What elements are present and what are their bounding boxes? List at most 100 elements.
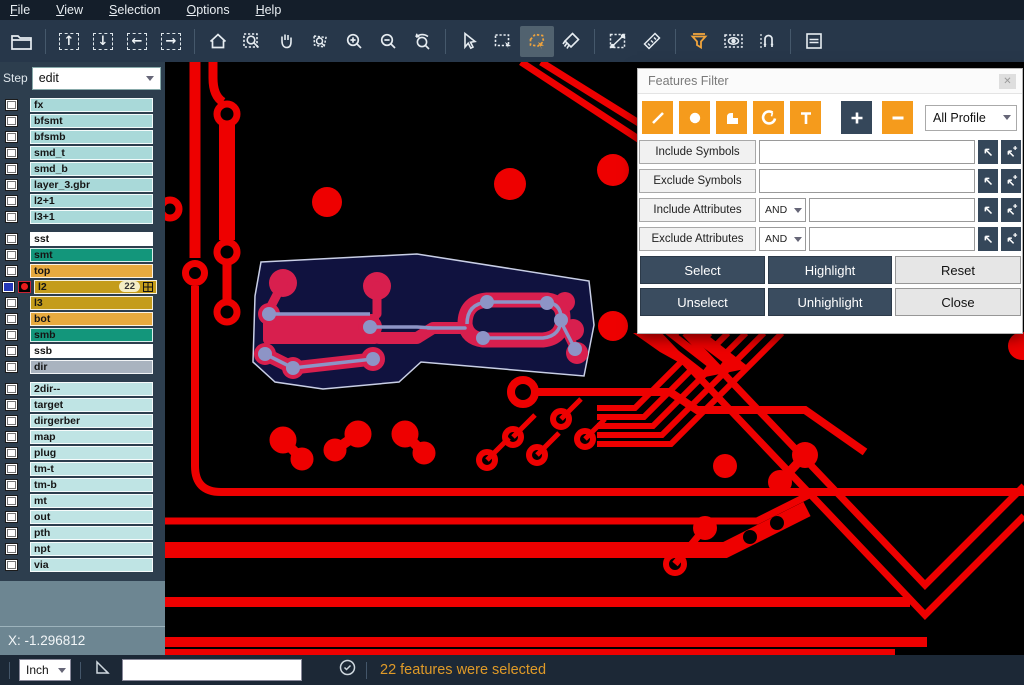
layer-visibility-checkbox[interactable] xyxy=(5,163,18,175)
filter-arcs-button[interactable] xyxy=(753,101,784,134)
select-polygon-button[interactable] xyxy=(520,26,554,57)
layer-name-bar[interactable]: ssb xyxy=(30,344,153,358)
layer-name-bar[interactable]: tm-b xyxy=(30,478,153,492)
pick-add-attribute-button[interactable] xyxy=(1001,227,1021,251)
layer-name-bar[interactable]: top xyxy=(30,264,153,278)
active-layer-indicator[interactable] xyxy=(18,281,31,293)
layer-visibility-checkbox[interactable] xyxy=(5,313,18,325)
layer-name-bar[interactable]: target xyxy=(30,398,153,412)
show-features-button[interactable] xyxy=(716,26,750,57)
layer-visibility-checkbox[interactable] xyxy=(5,479,18,491)
pan-up-button[interactable]: ↑ xyxy=(52,26,86,57)
layer-visibility-checkbox[interactable] xyxy=(5,131,18,143)
layer-name-bar[interactable]: l2+1 xyxy=(30,194,153,208)
exclude-symbols-button[interactable]: Exclude Symbols xyxy=(639,169,756,193)
exclude-attributes-button[interactable]: Exclude Attributes xyxy=(639,227,756,251)
units-select[interactable]: Inch xyxy=(19,659,71,681)
pick-symbol-button[interactable] xyxy=(978,140,998,164)
zoom-out-button[interactable] xyxy=(371,26,405,57)
layer-visibility-checkbox[interactable] xyxy=(5,399,18,411)
unhighlight-button[interactable]: Unhighlight xyxy=(768,288,892,316)
close-button[interactable]: Close xyxy=(895,288,1021,316)
layer-visibility-checkbox[interactable] xyxy=(5,297,18,309)
layer-visibility-checkbox[interactable] xyxy=(5,431,18,443)
dialog-title-bar[interactable]: Features Filter ✕ xyxy=(638,69,1022,94)
layer-visibility-checkbox[interactable] xyxy=(5,543,18,555)
layer-visibility-checkbox[interactable] xyxy=(5,559,18,571)
menu-file[interactable]: File xyxy=(10,3,30,17)
filter-lines-button[interactable] xyxy=(642,101,673,134)
layer-name-bar[interactable]: 2dir-- xyxy=(30,382,153,396)
grid-table-icon[interactable] xyxy=(143,282,153,292)
layer-name-bar[interactable]: bfsmt xyxy=(30,114,153,128)
menu-view[interactable]: View xyxy=(56,3,83,17)
snap-button[interactable] xyxy=(750,26,784,57)
zoom-in-button[interactable] xyxy=(337,26,371,57)
layer-name-bar[interactable]: via xyxy=(30,558,153,572)
pick-add-symbol-button[interactable] xyxy=(1001,140,1021,164)
sync-status-icon[interactable] xyxy=(338,658,357,682)
exclude-attributes-logic-select[interactable]: AND xyxy=(759,227,806,251)
corner-angle-icon[interactable] xyxy=(94,659,112,682)
layer-visibility-checkbox[interactable] xyxy=(5,383,18,395)
layer-visibility-checkbox[interactable] xyxy=(5,511,18,523)
layer-name-bar[interactable]: tm-t xyxy=(30,462,153,476)
include-attributes-input[interactable] xyxy=(809,198,975,222)
layer-name-bar[interactable]: dirgerber xyxy=(30,414,153,428)
select-pointer-button[interactable] xyxy=(452,26,486,57)
profile-select[interactable]: All Profile xyxy=(925,105,1017,131)
select-rectangle-button[interactable] xyxy=(486,26,520,57)
layer-name-bar[interactable]: smd_b xyxy=(30,162,153,176)
include-attributes-logic-select[interactable]: AND xyxy=(759,198,806,222)
zoom-polygon-button[interactable] xyxy=(303,26,337,57)
pan-down-button[interactable]: ↓ xyxy=(86,26,120,57)
menu-selection[interactable]: Selection xyxy=(109,3,160,17)
layer-visibility-checkbox[interactable] xyxy=(5,361,18,373)
include-attributes-button[interactable]: Include Attributes xyxy=(639,198,756,222)
layer-name-bar[interactable]: plug xyxy=(30,446,153,460)
filter-surfaces-button[interactable] xyxy=(716,101,747,134)
layer-name-bar[interactable]: npt xyxy=(30,542,153,556)
layer-visibility-checkbox[interactable] xyxy=(5,329,18,341)
home-view-button[interactable] xyxy=(201,26,235,57)
feature-info-button[interactable] xyxy=(797,26,831,57)
include-symbols-input[interactable] xyxy=(759,140,975,164)
layer-visibility-checkbox[interactable] xyxy=(5,345,18,357)
step-select[interactable]: edit xyxy=(32,67,161,90)
filter-positive-button[interactable] xyxy=(841,101,872,134)
measure-points-button[interactable] xyxy=(601,26,635,57)
ruler-button[interactable] xyxy=(635,26,669,57)
unselect-button[interactable]: Unselect xyxy=(640,288,765,316)
layer-name-bar[interactable]: fx xyxy=(30,98,153,112)
pick-attribute-button[interactable] xyxy=(978,227,998,251)
layer-visibility-checkbox[interactable] xyxy=(5,463,18,475)
pan-hand-button[interactable] xyxy=(269,26,303,57)
pick-add-attribute-button[interactable] xyxy=(1001,198,1021,222)
layer-name-bar[interactable]: mt xyxy=(30,494,153,508)
filter-text-button[interactable] xyxy=(790,101,821,134)
filter-negative-button[interactable] xyxy=(882,101,913,134)
pick-add-symbol-button[interactable] xyxy=(1001,169,1021,193)
layer-visibility-checkbox[interactable] xyxy=(5,447,18,459)
layer-name-bar[interactable]: bot xyxy=(30,312,153,326)
layer-name-bar[interactable]: bfsmb xyxy=(30,130,153,144)
layer-visibility-checkbox[interactable] xyxy=(5,249,18,261)
exclude-attributes-input[interactable] xyxy=(809,227,975,251)
pan-left-button[interactable]: ← xyxy=(120,26,154,57)
pick-attribute-button[interactable] xyxy=(978,198,998,222)
layer-name-bar[interactable]: smt xyxy=(30,248,153,262)
layer-name-bar[interactable]: pth xyxy=(30,526,153,540)
highlight-button[interactable]: Highlight xyxy=(768,256,892,284)
layer-name-bar[interactable]: l3 xyxy=(30,296,153,310)
open-button[interactable] xyxy=(5,26,39,57)
layer-name-bar[interactable]: out xyxy=(30,510,153,524)
layer-visibility-checkbox[interactable] xyxy=(5,195,18,207)
layer-name-bar[interactable]: layer_3.gbr xyxy=(30,178,153,192)
layer-visibility-checkbox[interactable] xyxy=(5,233,18,245)
layer-name-bar[interactable]: l222 xyxy=(34,280,157,294)
zoom-window-button[interactable] xyxy=(235,26,269,57)
clear-button[interactable] xyxy=(554,26,588,57)
layer-name-bar[interactable]: sst xyxy=(30,232,153,246)
layer-visibility-checkbox[interactable] xyxy=(5,415,18,427)
pick-symbol-button[interactable] xyxy=(978,169,998,193)
